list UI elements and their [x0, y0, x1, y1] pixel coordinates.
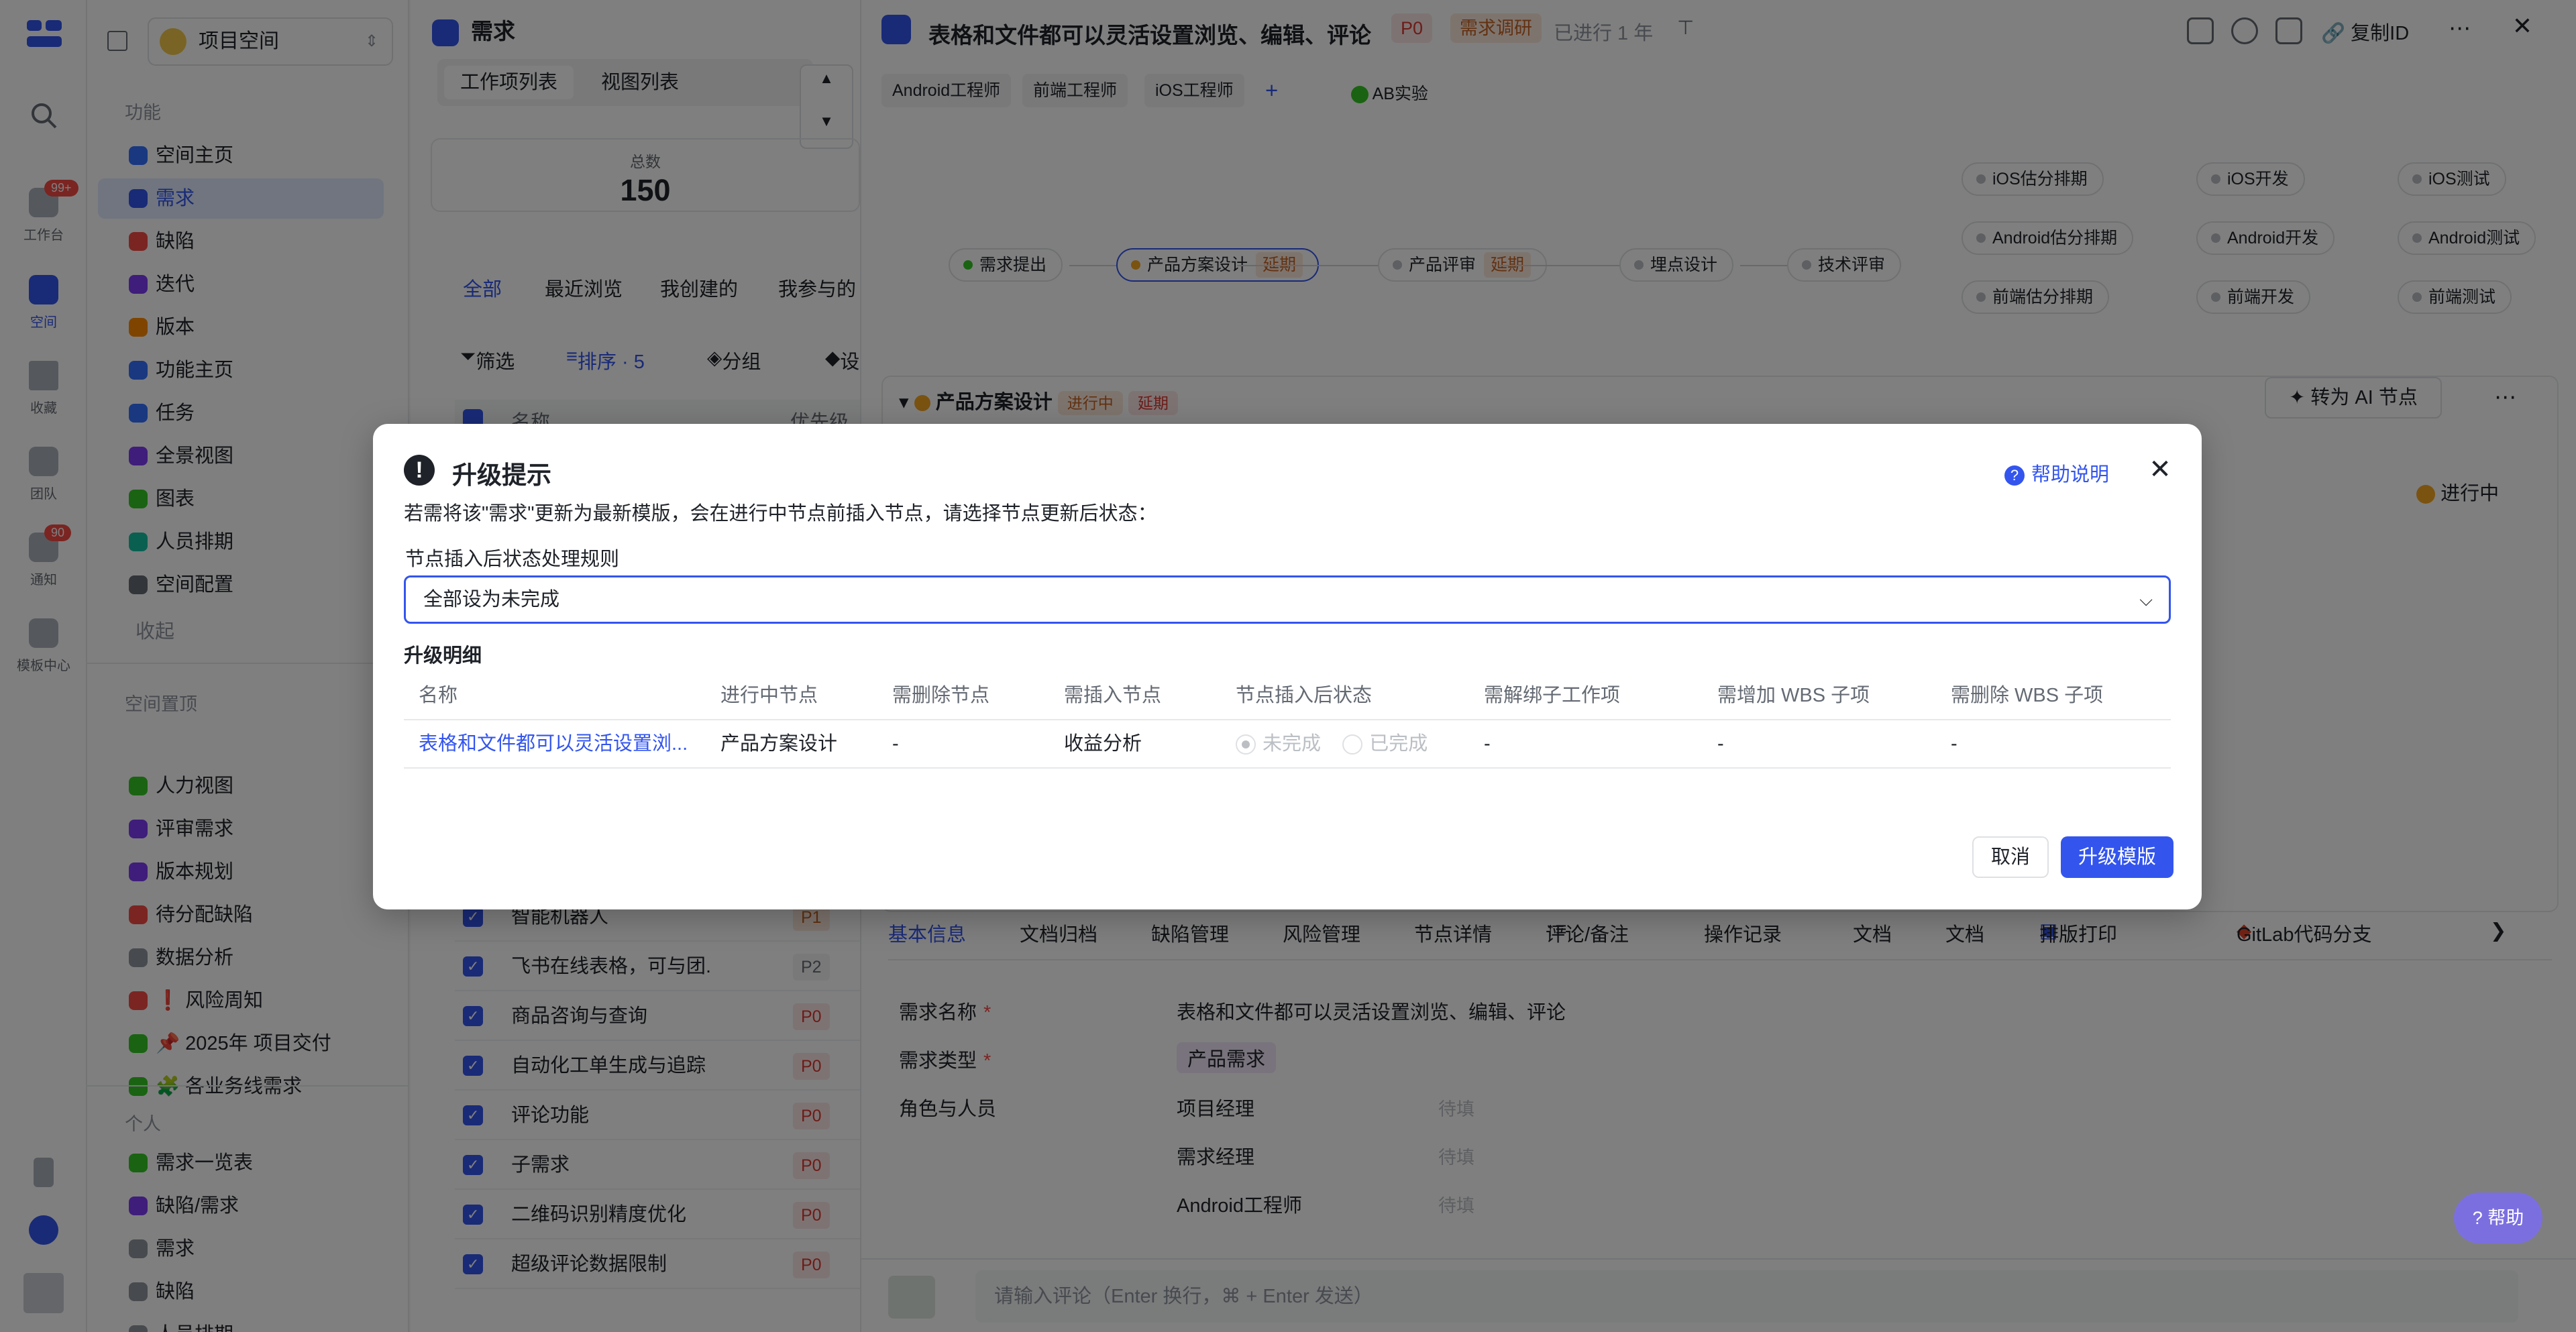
rule-select[interactable]: 全部设为未完成 ⌵ — [404, 575, 2171, 624]
delete-nodes: - — [892, 733, 899, 755]
rule-label: 节点插入后状态处理规则 — [405, 549, 620, 570]
radio-icon — [1342, 734, 1363, 755]
column-header: 需增加 WBS 子项 — [1717, 685, 1870, 706]
upgrade-detail-table: 名称 进行中节点 需删除节点 需插入节点 节点插入后状态 需解绑子工作项 需增加… — [404, 672, 2171, 769]
column-header: 需插入节点 — [1064, 685, 1162, 706]
column-header: 进行中节点 — [720, 685, 818, 706]
radio-label: 未完成 — [1263, 733, 1322, 755]
divider — [404, 767, 2171, 769]
rule-select-value: 全部设为未完成 — [423, 589, 560, 610]
radio-complete[interactable]: 已完成 — [1342, 733, 1428, 755]
column-header: 需解绑子工作项 — [1484, 685, 1621, 706]
column-header: 需删除节点 — [892, 685, 990, 706]
radio-icon — [1236, 734, 1256, 755]
column-header: 名称 — [419, 685, 458, 706]
cancel-button[interactable]: 取消 — [1972, 836, 2049, 878]
workitem-link[interactable]: 表格和文件都可以灵活设置浏... — [419, 720, 688, 767]
radio-label: 已完成 — [1369, 733, 1428, 755]
chevron-down-icon: ⌵ — [2139, 590, 2153, 610]
insert-nodes: 收益分析 — [1064, 733, 1142, 755]
in-progress-node: 产品方案设计 — [720, 733, 838, 755]
upgrade-detail-label: 升级明细 — [404, 645, 482, 667]
unbind-subitems: - — [1484, 733, 1491, 755]
radio-incomplete[interactable]: 未完成 — [1236, 733, 1321, 755]
wbs-add: - — [1717, 733, 1724, 755]
upgrade-template-button[interactable]: 升级模版 — [2061, 836, 2174, 878]
help-label: 帮助 — [2487, 1208, 2524, 1228]
wbs-delete: - — [1951, 733, 1957, 755]
help-button[interactable]: ? 帮助 — [2454, 1192, 2542, 1243]
dialog-content: 节点插入后状态处理规则 全部设为未完成 ⌵ 升级明细 名称 进行中节点 需删除节… — [373, 424, 2202, 909]
status-radio-group: 未完成 已完成 — [1236, 720, 1428, 767]
column-header: 需删除 WBS 子项 — [1951, 685, 2104, 706]
column-header: 节点插入后状态 — [1236, 685, 1373, 706]
